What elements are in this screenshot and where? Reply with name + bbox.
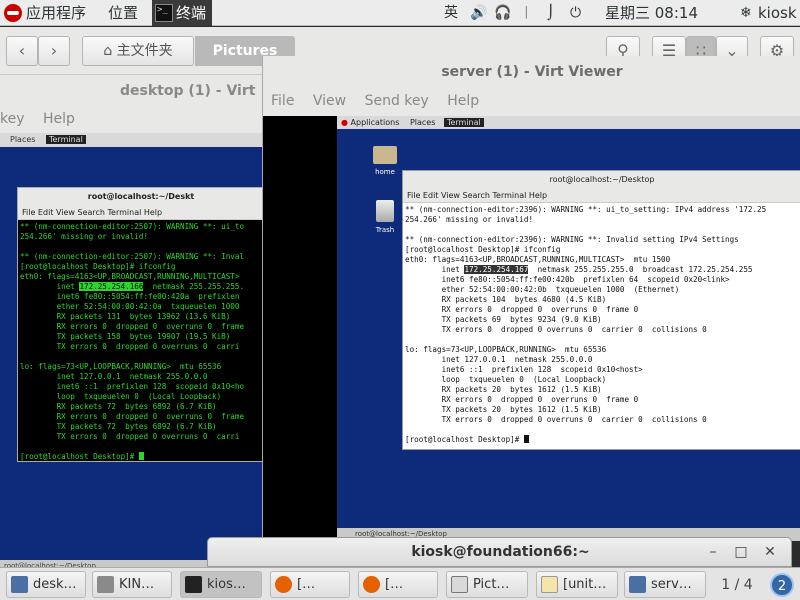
ip-highlight: 172.25.254.167 xyxy=(464,265,529,274)
viewer-letterbox xyxy=(263,116,337,541)
taskbar: desk… KIN… kios… [… [… Pict… [unit… serv… xyxy=(0,567,800,600)
task-label: [… xyxy=(297,577,316,592)
desktop-virt-viewer-window[interactable]: desktop (1) - Virt key Help Places Termi… xyxy=(0,75,265,572)
menu-help[interactable]: Help xyxy=(43,111,75,127)
firefox-icon xyxy=(275,576,292,593)
task-label: KIN… xyxy=(119,577,155,592)
terminal-icon xyxy=(185,576,202,593)
task-kin[interactable]: KIN… xyxy=(92,571,172,598)
desktop-home-icon[interactable]: home xyxy=(365,146,405,176)
path-home-button[interactable]: ⌂ 主文件夹 xyxy=(82,36,194,66)
menu-bar: File View Send key Help xyxy=(271,93,493,109)
forward-button[interactable]: › xyxy=(38,36,70,66)
guest-places-menu[interactable]: Places xyxy=(10,135,35,144)
terminal-cursor xyxy=(523,435,529,443)
terminal-output[interactable]: ** (nm-connection-editor:2507): WARNING … xyxy=(18,220,264,464)
text-editor-icon xyxy=(541,576,558,593)
task-label: Pict… xyxy=(473,577,510,592)
kiosk-terminal-titlebar[interactable]: kiosk@foundation66:~ – □ ✕ xyxy=(207,537,792,567)
task-unit[interactable]: [unit… xyxy=(536,571,618,598)
terminal-title: root@localhost:~/Deskt xyxy=(18,188,264,206)
task-firefox-1[interactable]: [… xyxy=(270,571,350,598)
top-bar: 应用程序 位置 终端 英 🔊 🎧 ᛁ ⌡ ⏻ 星期三 08:14 ❄ kiosk xyxy=(0,0,800,26)
task-pictures[interactable]: Pict… xyxy=(446,571,528,598)
guest-places-menu[interactable]: Places xyxy=(410,118,435,127)
guest-top-panel: Places Terminal xyxy=(0,133,265,147)
desktop-trash-icon[interactable]: Trash xyxy=(365,200,405,234)
volume-icon[interactable]: 🔊 xyxy=(470,4,487,22)
menu-view[interactable]: View xyxy=(313,93,346,109)
firefox-icon xyxy=(363,576,380,593)
redhat-logo-icon: ● xyxy=(341,118,348,127)
terminal-cursor xyxy=(138,452,144,460)
menu-send-key[interactable]: Send key xyxy=(365,93,429,109)
notification-badge[interactable]: 2 xyxy=(770,573,794,597)
headphones-icon[interactable]: 🎧 xyxy=(494,4,511,22)
window-title: server (1) - Virt Viewer xyxy=(441,64,623,80)
terminal-app-label: 终端 xyxy=(176,4,207,22)
home-icon: ⌂ xyxy=(103,43,113,59)
home-icon-label: home xyxy=(375,168,395,176)
task-label: [… xyxy=(385,577,404,592)
guest-terminal-window[interactable]: root@localhost:~/Desktop File Edit View … xyxy=(402,170,800,450)
folder-icon xyxy=(451,576,468,593)
close-icon[interactable]: ✕ xyxy=(759,542,781,562)
path-home-label: 主文件夹 xyxy=(116,43,173,59)
task-label: serv… xyxy=(651,577,692,592)
menu-help[interactable]: Help xyxy=(447,93,479,109)
terminal-icon xyxy=(155,4,173,22)
guest-terminal-menu[interactable]: Terminal xyxy=(443,118,484,127)
wifi-icon[interactable]: ⌡ xyxy=(547,4,554,22)
bluetooth-icon[interactable]: ᛁ xyxy=(522,4,530,22)
back-button[interactable]: ‹ xyxy=(6,36,38,66)
user-menu[interactable]: kiosk xyxy=(758,4,797,22)
guest-terminal-window[interactable]: root@localhost:~/Deskt File Edit View Se… xyxy=(17,187,265,462)
server-virt-viewer-window[interactable]: server (1) - Virt Viewer File View Send … xyxy=(262,56,800,541)
places-menu[interactable]: 位置 xyxy=(108,3,138,23)
applications-menu[interactable]: 应用程序 xyxy=(26,3,86,23)
trash-icon-label: Trash xyxy=(375,226,395,234)
task-desktop-viewer[interactable]: desk… xyxy=(6,571,86,598)
terminal-menu[interactable]: File Edit View Search Terminal Help xyxy=(403,189,800,203)
menu-file[interactable]: File xyxy=(271,93,294,109)
user-icon[interactable]: ❄ xyxy=(740,4,752,22)
terminal-menu[interactable]: File Edit View Search Terminal Help xyxy=(18,206,264,220)
redhat-logo-icon xyxy=(4,4,22,22)
terminal-text-after: netmask 255.255.255.0 broadcast 172.25.2… xyxy=(405,265,753,444)
guest-top-panel: ● Applications Places Terminal xyxy=(337,116,800,129)
folder-icon xyxy=(373,146,397,164)
maximize-icon[interactable]: □ xyxy=(730,542,752,562)
terminal-output[interactable]: ** (nm-connection-editor:2396): WARNING … xyxy=(403,203,800,447)
clock[interactable]: 星期三 08:14 xyxy=(605,4,698,22)
guest-terminal-menu[interactable]: Terminal xyxy=(45,135,86,144)
task-label: kios… xyxy=(207,577,246,592)
task-firefox-2[interactable]: [… xyxy=(358,571,438,598)
task-kiosk-terminal[interactable]: kios… xyxy=(180,571,262,598)
input-method-indicator[interactable]: 英 xyxy=(444,4,458,22)
menu-send-key[interactable]: key xyxy=(0,111,25,127)
virt-viewer-icon xyxy=(629,576,646,593)
minimize-icon[interactable]: – xyxy=(702,542,724,562)
power-icon[interactable]: ⏻ xyxy=(570,4,581,22)
menu-bar: key Help xyxy=(0,111,75,127)
terminal-text-before: ** (nm-connection-editor:2507): WARNING … xyxy=(20,222,245,291)
terminal-text-after: netmask 255.255.255. inet6 fe80::5054:ff… xyxy=(20,282,245,461)
guest-screen[interactable]: ● Applications Places Terminal home Tras… xyxy=(337,116,800,541)
task-server-viewer[interactable]: serv… xyxy=(624,571,706,598)
window-icon xyxy=(97,576,114,593)
guest-applications-menu[interactable]: Applications xyxy=(351,118,400,127)
terminal-title: root@localhost:~/Desktop xyxy=(403,171,800,189)
terminal-text-before: ** (nm-connection-editor:2396): WARNING … xyxy=(405,205,767,274)
guest-screen[interactable]: Places Terminal root@localhost:~/Deskt F… xyxy=(0,133,265,565)
virt-viewer-icon xyxy=(11,576,28,593)
window-title: desktop (1) - Virt xyxy=(120,83,256,99)
workspace-pager[interactable]: 1 / 4 xyxy=(712,573,762,597)
trash-icon xyxy=(376,200,394,222)
terminal-app-menu[interactable]: 终端 xyxy=(152,0,212,26)
ip-highlight: 172.25.254.166 xyxy=(79,282,144,291)
task-label: desk… xyxy=(33,577,77,592)
task-label: [unit… xyxy=(563,577,607,592)
